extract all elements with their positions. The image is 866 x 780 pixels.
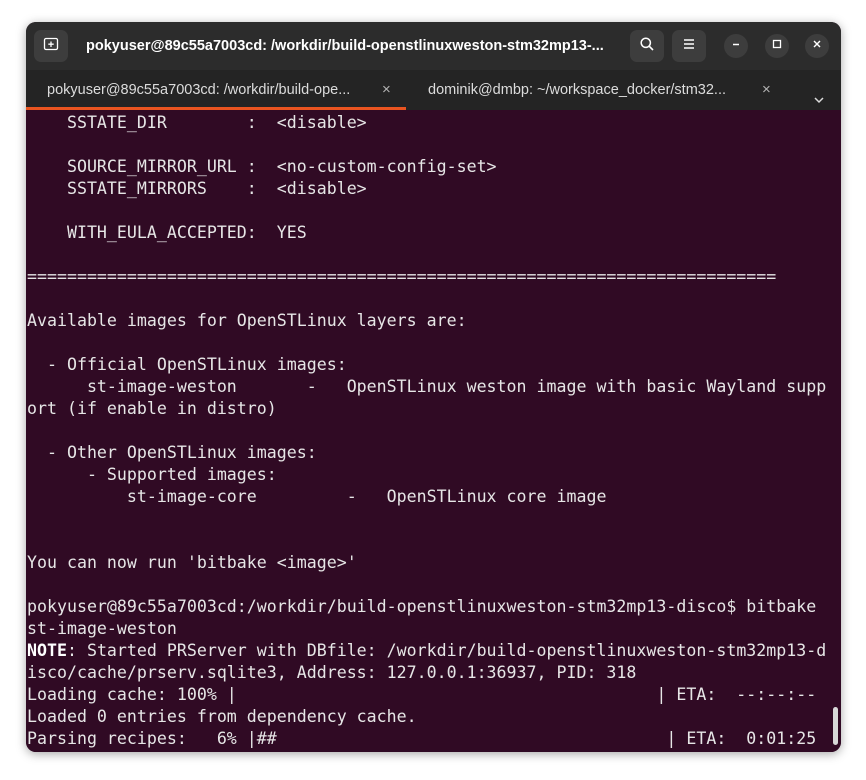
tab-bar: pokyuser@89c55a7003cd: /workdir/build-op… bbox=[26, 70, 841, 110]
terminal-line: - Supported images: bbox=[27, 465, 277, 484]
title-bar: pokyuser@89c55a7003cd: /workdir/build-op… bbox=[26, 22, 841, 70]
minimize-button[interactable] bbox=[724, 34, 748, 58]
scrollbar[interactable] bbox=[833, 707, 838, 745]
maximize-icon bbox=[771, 37, 783, 55]
terminal-line: st-image-weston - OpenSTLinux weston ima… bbox=[27, 377, 827, 396]
tab-close-icon[interactable]: × bbox=[762, 70, 771, 110]
new-tab-button[interactable] bbox=[34, 30, 68, 62]
terminal-line: You can now run 'bitbake <image>' bbox=[27, 553, 357, 572]
terminal-line: Available images for OpenSTLinux layers … bbox=[27, 311, 467, 330]
note-label: NOTE bbox=[27, 641, 67, 660]
terminal-line: SSTATE_MIRRORS : <disable> bbox=[27, 179, 367, 198]
tab-label: pokyuser@89c55a7003cd: /workdir/build-op… bbox=[47, 82, 351, 98]
search-button[interactable] bbox=[630, 30, 664, 62]
menu-button[interactable] bbox=[672, 30, 706, 62]
new-tab-icon bbox=[43, 36, 59, 57]
tab-dominik[interactable]: dominik@dmbp: ~/workspace_docker/stm32..… bbox=[406, 70, 784, 110]
terminal-window: pokyuser@89c55a7003cd: /workdir/build-op… bbox=[26, 22, 841, 752]
window-title: pokyuser@89c55a7003cd: /workdir/build-op… bbox=[86, 38, 604, 54]
terminal-line: st-image-core - OpenSTLinux core image bbox=[27, 487, 607, 506]
parsing-progress-line: Parsing recipes: 6% |## | ETA: 0:01:25 bbox=[27, 729, 817, 748]
search-icon bbox=[639, 36, 655, 57]
tabs-dropdown-button[interactable] bbox=[810, 70, 830, 110]
close-icon bbox=[811, 37, 823, 55]
terminal-line: isco/cache/prserv.sqlite3, Address: 127.… bbox=[27, 663, 637, 682]
cache-progress-line: Loading cache: 100% | | ETA: --:--:-- bbox=[27, 685, 817, 704]
terminal-line: - Official OpenSTLinux images: bbox=[27, 355, 347, 374]
terminal-output[interactable]: SSTATE_DIR : <disable> SOURCE_MIRROR_URL… bbox=[26, 110, 841, 752]
terminal-line: : Started PRServer with DBfile: /workdir… bbox=[66, 641, 827, 660]
tab-label: dominik@dmbp: ~/workspace_docker/stm32..… bbox=[428, 82, 727, 98]
terminal-line: ort (if enable in distro) bbox=[27, 399, 277, 418]
terminal-line: st-image-weston bbox=[27, 619, 177, 638]
close-window-button[interactable] bbox=[805, 34, 829, 58]
terminal-line: Loaded 0 entries from dependency cache. bbox=[27, 707, 417, 726]
tab-close-icon[interactable]: × bbox=[382, 70, 391, 110]
tab-pokyuser[interactable]: pokyuser@89c55a7003cd: /workdir/build-op… bbox=[26, 70, 406, 110]
terminal-line: SOURCE_MIRROR_URL : <no-custom-config-se… bbox=[27, 157, 497, 176]
terminal-line: pokyuser@89c55a7003cd:/workdir/build-ope… bbox=[27, 597, 817, 616]
terminal-line: SSTATE_DIR : <disable> bbox=[27, 113, 367, 132]
maximize-button[interactable] bbox=[765, 34, 789, 58]
terminal-line: WITH_EULA_ACCEPTED: YES bbox=[27, 223, 307, 242]
hamburger-menu-icon bbox=[681, 36, 697, 57]
minimize-icon bbox=[730, 37, 742, 55]
terminal-line: ========================================… bbox=[27, 267, 777, 286]
terminal-line: - Other OpenSTLinux images: bbox=[27, 443, 317, 462]
